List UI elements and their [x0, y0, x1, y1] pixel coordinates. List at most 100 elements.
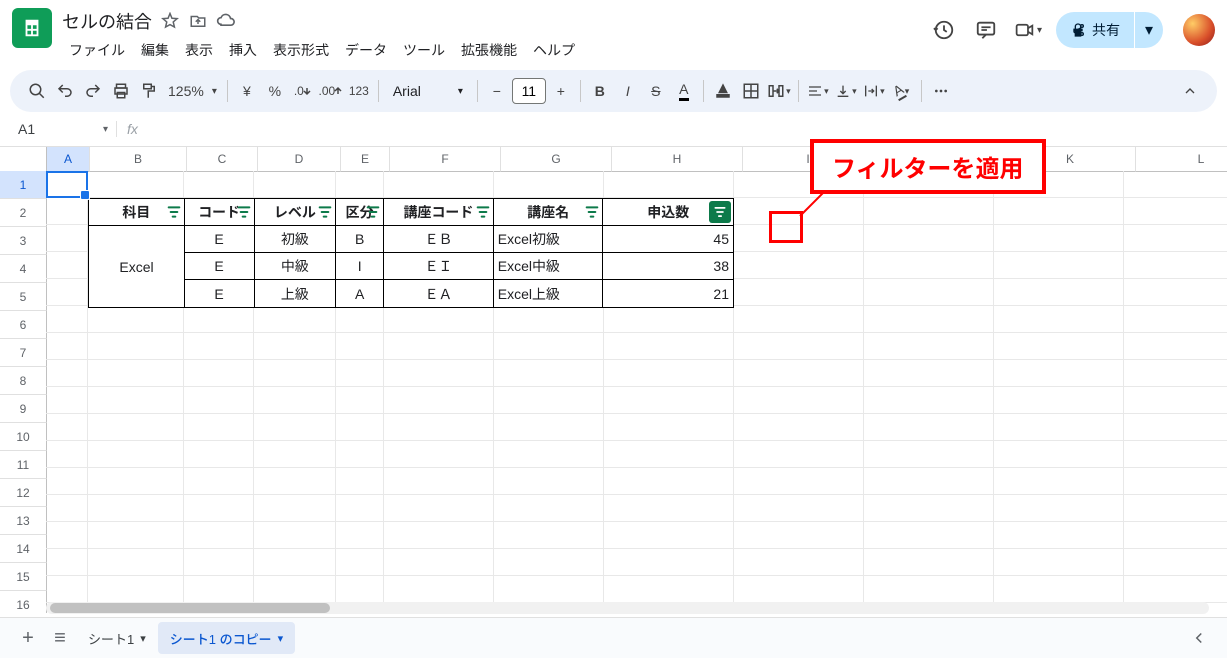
cell-D15[interactable]	[254, 549, 336, 576]
cell-G6[interactable]	[494, 306, 604, 333]
table-cell-r0-c3[interactable]: ＥＢ	[384, 226, 494, 253]
cell-C16[interactable]	[184, 576, 254, 603]
star-icon[interactable]	[160, 11, 180, 31]
cell-C8[interactable]	[184, 360, 254, 387]
search-icon[interactable]	[24, 77, 50, 105]
filter-icon[interactable]	[584, 204, 600, 220]
cell-G8[interactable]	[494, 360, 604, 387]
cell-L2[interactable]	[1124, 198, 1227, 225]
cell-A13[interactable]	[46, 495, 88, 522]
menu-format[interactable]: 表示形式	[266, 36, 336, 64]
table-cell-r2-c3[interactable]: ＥＡ	[384, 280, 494, 307]
cell-D14[interactable]	[254, 522, 336, 549]
row-header-16[interactable]: 16	[0, 591, 47, 613]
comment-icon[interactable]	[972, 16, 1000, 44]
table-cell-r2-c5[interactable]: 21	[603, 280, 733, 307]
cell-K9[interactable]	[994, 387, 1124, 414]
italic-button[interactable]: I	[615, 77, 641, 105]
cell-L9[interactable]	[1124, 387, 1227, 414]
table-cell-r0-c2[interactable]: B	[336, 226, 384, 253]
cell-J10[interactable]	[864, 414, 994, 441]
col-header-H[interactable]: H	[612, 147, 743, 172]
cell-H10[interactable]	[604, 414, 734, 441]
cell-H6[interactable]	[604, 306, 734, 333]
meet-icon[interactable]: ▾	[1014, 16, 1042, 44]
cell-C6[interactable]	[184, 306, 254, 333]
cell-B1[interactable]	[88, 171, 184, 198]
filter-icon[interactable]	[317, 204, 333, 220]
row-header-3[interactable]: 3	[0, 227, 47, 255]
table-cell-r1-c5[interactable]: 38	[603, 253, 733, 280]
cell-J14[interactable]	[864, 522, 994, 549]
fill-color-button[interactable]	[710, 77, 736, 105]
cell-B10[interactable]	[88, 414, 184, 441]
table-cell-r0-c1[interactable]: 初級	[255, 226, 337, 253]
name-box[interactable]: A1▾	[10, 121, 117, 137]
cell-D12[interactable]	[254, 468, 336, 495]
cell-J16[interactable]	[864, 576, 994, 603]
table-cell-r1-c2[interactable]: I	[336, 253, 384, 280]
cell-A2[interactable]	[46, 198, 88, 225]
cell-B14[interactable]	[88, 522, 184, 549]
cell-I12[interactable]	[734, 468, 864, 495]
cell-J12[interactable]	[864, 468, 994, 495]
cell-I5[interactable]	[734, 279, 864, 306]
redo-icon[interactable]	[80, 77, 106, 105]
cell-B11[interactable]	[88, 441, 184, 468]
menu-insert[interactable]: 挿入	[222, 36, 264, 64]
cell-I7[interactable]	[734, 333, 864, 360]
table-cell-r2-c0[interactable]: E	[185, 280, 255, 307]
menu-edit[interactable]: 編集	[134, 36, 176, 64]
cell-J6[interactable]	[864, 306, 994, 333]
cell-F11[interactable]	[384, 441, 494, 468]
cell-D16[interactable]	[254, 576, 336, 603]
doc-title[interactable]: セルの結合	[62, 8, 152, 34]
strikethrough-button[interactable]: S	[643, 77, 669, 105]
cell-K3[interactable]	[994, 225, 1124, 252]
cell-C14[interactable]	[184, 522, 254, 549]
sheet-tab-2[interactable]: シート1 のコピー▾	[158, 622, 295, 654]
paint-format-icon[interactable]	[136, 77, 162, 105]
cell-L7[interactable]	[1124, 333, 1227, 360]
sheet-nav-left-icon[interactable]	[1183, 622, 1215, 654]
cell-H8[interactable]	[604, 360, 734, 387]
cell-E6[interactable]	[336, 306, 384, 333]
decrease-decimal-button[interactable]: .0	[290, 77, 316, 105]
cell-I10[interactable]	[734, 414, 864, 441]
cell-C12[interactable]	[184, 468, 254, 495]
cell-I9[interactable]	[734, 387, 864, 414]
cell-A9[interactable]	[46, 387, 88, 414]
col-header-B[interactable]: B	[90, 147, 187, 172]
cell-F9[interactable]	[384, 387, 494, 414]
cell-I6[interactable]	[734, 306, 864, 333]
history-icon[interactable]	[930, 16, 958, 44]
percent-button[interactable]: %	[262, 77, 288, 105]
menu-help[interactable]: ヘルプ	[526, 36, 582, 64]
cell-K15[interactable]	[994, 549, 1124, 576]
cell-H11[interactable]	[604, 441, 734, 468]
cell-L1[interactable]	[1124, 171, 1227, 198]
col-header-L[interactable]: L	[1136, 147, 1227, 172]
cell-B7[interactable]	[88, 333, 184, 360]
cell-F6[interactable]	[384, 306, 494, 333]
text-color-button[interactable]: A	[671, 77, 697, 105]
cell-G1[interactable]	[494, 171, 604, 198]
table-cell-r1-c1[interactable]: 中級	[255, 253, 337, 280]
cell-L6[interactable]	[1124, 306, 1227, 333]
cell-F12[interactable]	[384, 468, 494, 495]
cell-G12[interactable]	[494, 468, 604, 495]
merged-subject-cell[interactable]: Excel	[89, 226, 185, 307]
cell-K16[interactable]	[994, 576, 1124, 603]
cell-C10[interactable]	[184, 414, 254, 441]
table-cell-r1-c3[interactable]: ＥＩ	[384, 253, 494, 280]
cell-C9[interactable]	[184, 387, 254, 414]
cell-E1[interactable]	[336, 171, 384, 198]
cell-C1[interactable]	[184, 171, 254, 198]
cell-L10[interactable]	[1124, 414, 1227, 441]
merge-button[interactable]: ▾	[766, 77, 792, 105]
cell-K13[interactable]	[994, 495, 1124, 522]
table-header-0[interactable]: 科目	[89, 199, 185, 226]
filter-icon[interactable]	[475, 204, 491, 220]
font-size-input[interactable]	[512, 78, 546, 104]
cell-C11[interactable]	[184, 441, 254, 468]
